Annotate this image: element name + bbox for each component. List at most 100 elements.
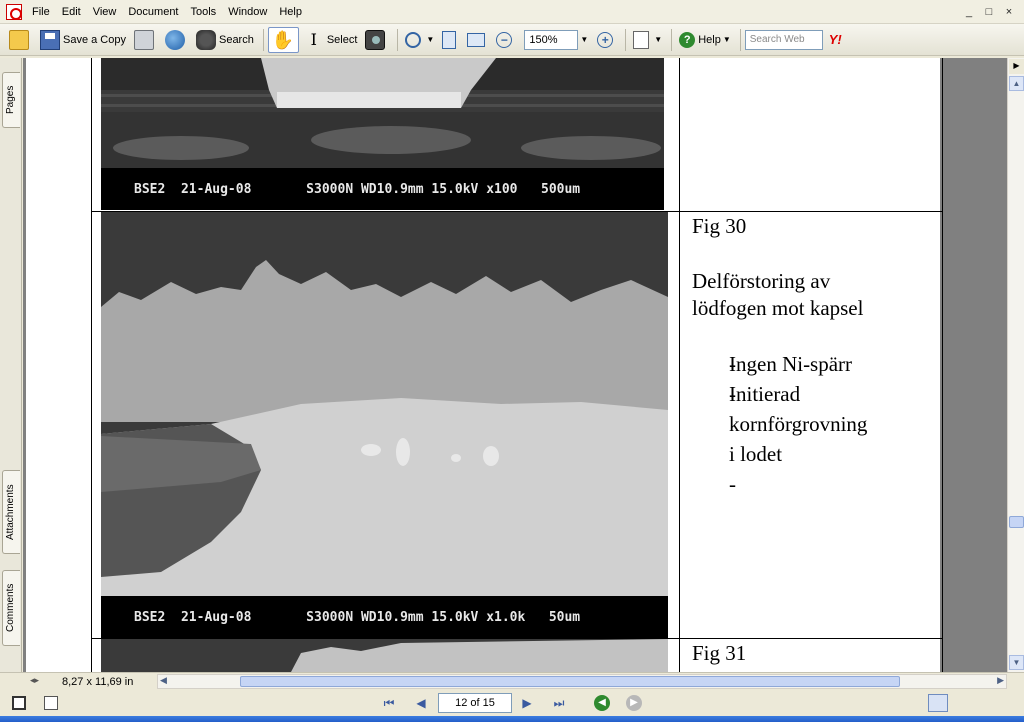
continuous-layout-button[interactable] [928,694,948,712]
snapshot-button[interactable] [362,27,391,53]
zoom-out-button[interactable]: − [493,27,518,53]
fit-width-button[interactable] [464,27,491,53]
bullet-text: i lodet [729,442,783,466]
chevron-down-icon[interactable]: ▼ [426,35,434,44]
sem-image-fig30: BSE2 21-Aug-08 S3000N WD10.9mm 15.0kV x1… [101,212,668,638]
bullet-dash: - [729,382,736,406]
zoom-tool-button[interactable]: ▼ [402,27,437,53]
menu-document[interactable]: Document [122,4,184,20]
table-border-right [942,58,943,672]
scroll-up-button[interactable]: ▲ [1009,76,1024,91]
list-item: - Ingen Ni-spärr [692,350,867,378]
list-item: kornförgrovning [692,410,867,438]
email-globe-icon [164,29,185,50]
restore-button[interactable]: □ [980,4,998,20]
window-controls: _ □ × [960,4,1018,20]
bullet-text: Ingen Ni-spärr [729,352,853,376]
next-page-button[interactable]: ▶ [518,695,536,711]
hand-tool-button[interactable]: ✋ [267,26,299,53]
search-button[interactable]: Search [193,27,257,53]
search-web-input[interactable]: Search Web [744,29,823,50]
chevron-down-icon[interactable]: ▼ [654,35,662,44]
help-icon: ? [679,31,696,48]
document-viewport[interactable]: BSE2 21-Aug-08 S3000N WD10.9mm 15.0kV x1… [23,58,1007,672]
continuous-facing-layout-button[interactable] [994,694,1014,712]
minimize-button[interactable]: _ [960,4,978,20]
list-item: i lodet [692,440,867,468]
save-copy-button[interactable]: Save a Copy [37,27,129,53]
toolbar-separator [625,28,627,51]
toolbar-separator [739,28,741,51]
horizontal-scroll-thumb[interactable] [240,676,900,687]
single-page-layout-button[interactable] [898,694,918,712]
chevron-down-icon: ▼ [722,35,731,44]
camera-icon [365,29,386,50]
toolbar-separator [397,28,399,51]
tab-pages[interactable]: Pages [2,72,20,128]
toolbar-separator [671,28,673,51]
fig30-title-line2: lödfogen mot kapsel [692,296,864,320]
yahoo-logo-button[interactable]: Y! [829,32,842,47]
minus-icon: − [496,31,513,48]
bullet-text: kornförgrovning [729,412,868,436]
panel-expand-arrow-icon[interactable]: ▶ [1009,59,1024,74]
folder-open-icon [9,29,29,50]
binoculars-icon [195,29,216,50]
vertical-scroll-thumb[interactable] [1009,516,1024,528]
previous-page-button[interactable]: ◀ [412,695,430,711]
bullet-dash: - [729,352,736,376]
fig30-title-line1: Delförstoring av [692,269,831,293]
help-label: Help [698,33,721,46]
scroll-down-button[interactable]: ▼ [1009,655,1024,670]
zoom-dropdown-chevron-icon[interactable]: ▼ [580,35,588,44]
sem-micrograph-fig31 [101,639,668,672]
hand-icon: ✋ [271,29,295,50]
select-tool-button[interactable]: I Select [301,27,361,53]
fit-page-icon [442,30,457,49]
text-cursor-icon: I [310,29,317,49]
page-number-input[interactable]: 12 of 15 [438,693,512,713]
scroll-left-arrow-icon[interactable]: ◀ [160,675,167,686]
page-layout-button[interactable]: ▼ [630,27,665,53]
split-handle-icon[interactable]: ◂▸ [30,675,39,686]
list-item: - [692,470,867,498]
table-border-left [91,58,92,672]
single-page-view-icon[interactable] [12,696,26,710]
table-border-middle [679,58,680,672]
menu-window[interactable]: Window [222,4,273,20]
open-button[interactable] [6,27,35,53]
menu-file[interactable]: File [26,4,56,20]
first-page-button[interactable]: ⏮ [380,695,398,711]
bullet-dash: - [729,472,736,496]
go-forward-button[interactable]: ▶ [626,695,642,711]
acrobat-app-icon[interactable] [6,3,22,20]
tab-comments[interactable]: Comments [2,570,20,646]
close-button[interactable]: × [1000,4,1018,20]
page-size-label: 8,27 x 11,69 in [62,675,134,688]
help-button[interactable]: ? Help ▼ [676,27,734,53]
tab-attachments[interactable]: Attachments [2,470,20,554]
menu-tools[interactable]: Tools [185,4,223,20]
zoom-input[interactable]: 150% [524,29,579,50]
plus-icon: + [597,31,614,48]
vertical-scrollbar[interactable]: ▶ ▲ ▼ [1007,58,1024,672]
print-button[interactable] [131,27,160,53]
email-button[interactable] [162,27,191,53]
magnifier-icon [405,31,422,48]
facing-layout-button[interactable] [960,694,980,712]
menu-view[interactable]: View [87,4,123,20]
pages-icon [633,30,650,49]
scroll-right-arrow-icon[interactable]: ▶ [997,675,1004,686]
go-back-button[interactable]: ◀ [594,695,610,711]
navigation-pane-tabs: Pages Attachments Comments [0,58,22,672]
sem-image-fig31 [101,639,668,672]
page-view-icon[interactable] [44,696,58,710]
fit-page-button[interactable] [439,27,462,53]
last-page-button[interactable]: ⏭ [550,695,568,711]
horizontal-scrollbar[interactable]: ◀ ▶ [157,674,1007,689]
menu-help[interactable]: Help [273,4,308,20]
sem-micrograph-fig30 [101,212,668,638]
menu-edit[interactable]: Edit [56,4,87,20]
zoom-in-button[interactable]: + [594,27,619,53]
sem-caption-fig30: BSE2 21-Aug-08 S3000N WD10.9mm 15.0kV x1… [101,596,668,638]
